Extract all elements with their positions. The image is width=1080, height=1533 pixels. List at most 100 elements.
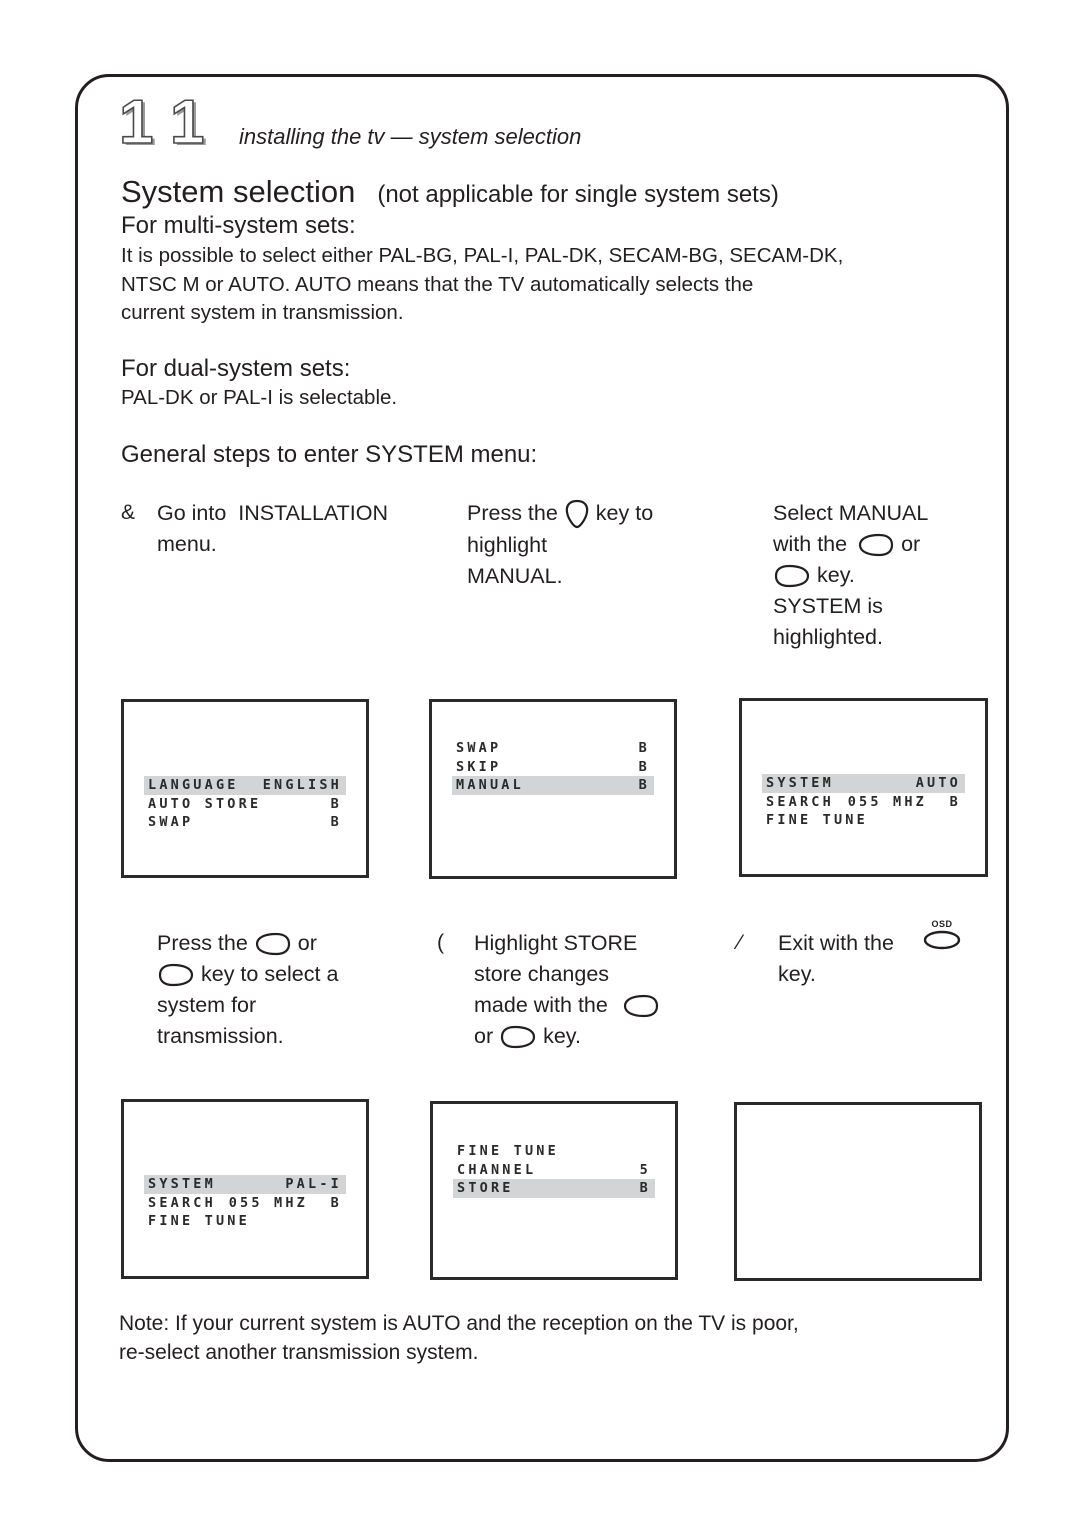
menu-row-highlighted: SYSTEM AUTO [762, 774, 965, 793]
right-key-icon [501, 1026, 536, 1049]
step-6: Exit with the key. [778, 928, 894, 990]
osd-menu: FINE TUNE CHANNEL 5 STORE B [453, 1142, 655, 1198]
step-text: or [901, 532, 921, 556]
menu-row-highlighted: MANUAL B [452, 776, 654, 795]
general-steps-heading: General steps to enter SYSTEM menu: [121, 441, 538, 468]
menu-row: AUTO STORE B [144, 795, 346, 814]
dual-system-text: PAL-DK or PAL-I is selectable. [121, 386, 398, 409]
menu-item-value: PAL-I [285, 1176, 342, 1192]
step-text: key. [816, 563, 855, 587]
tv-screen-manual-highlighted: SWAP B SKIP B MANUAL B [429, 699, 677, 879]
step-line: key to select a [157, 959, 338, 990]
step-marker: & [121, 501, 136, 524]
step-line: with the or [773, 529, 928, 560]
step-text: made with the [474, 993, 608, 1017]
step-text: key to select a [200, 962, 339, 986]
step-5: Highlight STORE store changes made with … [474, 928, 660, 1052]
menu-item-label: SKIP [456, 758, 502, 775]
note: Note: If your current system is AUTO and… [119, 1309, 799, 1367]
right-key-icon [774, 565, 810, 588]
step-line: Press the key to [467, 498, 653, 530]
menu-item-value: B [330, 795, 342, 812]
note-line: Note: If your current system is AUTO and… [119, 1312, 799, 1335]
menu-item-label: LANGUAGE [148, 777, 239, 793]
step-3: Select MANUAL with the or key. SYSTEM is… [773, 498, 928, 653]
menu-item-label: SEARCH [148, 1194, 216, 1211]
osd-menu: SWAP B SKIP B MANUAL B [452, 739, 654, 795]
osd-menu: SYSTEM PAL-I SEARCH 055 MHZ B FINE TUNE [144, 1175, 346, 1231]
osd-key: OSD [922, 919, 962, 956]
menu-item-label: MANUAL [456, 777, 524, 793]
menu-item-label: STORE [457, 1180, 514, 1196]
menu-item-value: B [638, 758, 650, 775]
menu-row: FINE TUNE [144, 1212, 346, 1231]
menu-row: SWAP B [144, 813, 346, 832]
page-number-digit: 1 [118, 88, 154, 157]
text-line: It is possible to select either PAL-BG, … [121, 244, 844, 267]
tv-screen-system-pal-i: SYSTEM PAL-I SEARCH 055 MHZ B FINE TUNE [121, 1099, 369, 1279]
osd-key-icon [923, 930, 961, 950]
step-line: MANUAL. [467, 564, 563, 589]
step-text: Press the [157, 931, 248, 955]
menu-item-value: B [638, 777, 650, 793]
menu-item-value: B [330, 814, 342, 830]
step-line: SYSTEM is [773, 594, 883, 618]
title-main: System selection [121, 174, 356, 209]
left-key-icon [858, 534, 894, 557]
page-number-digit: 1 [169, 88, 205, 157]
page-title: System selection (not applicable for sing… [121, 174, 779, 210]
step-marker: ⁄ [738, 931, 742, 954]
multi-system-heading: For multi-system sets: [121, 212, 356, 239]
tv-screen-installation-menu: LANGUAGE ENGLISH AUTO STORE B SWAP B [121, 699, 369, 878]
step-text: Press the [467, 501, 558, 525]
menu-item-value: B [639, 1180, 651, 1196]
step-line: Press the or [157, 928, 338, 959]
menu-row: CHANNEL 5 [453, 1161, 655, 1180]
menu-row: FINE TUNE [453, 1142, 655, 1161]
menu-item-label: FINE TUNE [766, 812, 868, 828]
menu-item-value: B [638, 740, 650, 756]
step-text: with the [773, 532, 848, 556]
menu-item-label: FINE TUNE [148, 1213, 250, 1229]
menu-item-label: FINE TUNE [457, 1143, 559, 1159]
menu-item-value: ENGLISH [262, 777, 342, 793]
osd-menu: SYSTEM AUTO SEARCH 055 MHZ B FINE TUNE [762, 774, 965, 830]
title-subtitle: (not applicable for single system sets) [377, 181, 779, 208]
menu-row: SEARCH 055 MHZ B [144, 1194, 346, 1213]
left-key-icon [623, 995, 658, 1018]
menu-row-highlighted: SYSTEM PAL-I [144, 1175, 346, 1194]
menu-row: SKIP B [452, 758, 654, 777]
step-marker: ( [437, 931, 444, 954]
down-key-icon [565, 500, 589, 529]
menu-row-highlighted: STORE B [453, 1179, 655, 1198]
step-line: menu. [157, 532, 217, 556]
osd-menu: LANGUAGE ENGLISH AUTO STORE B SWAP B [144, 776, 346, 832]
menu-item-value: 055 MHZ B [847, 793, 961, 810]
step-line: Go into INSTALLATION [157, 501, 388, 525]
left-key-icon [255, 933, 290, 956]
step-text: or [474, 1024, 494, 1048]
menu-item-value: 055 MHZ B [228, 1194, 342, 1211]
step-line: made with the [474, 990, 660, 1021]
menu-row-highlighted: LANGUAGE ENGLISH [144, 776, 346, 795]
menu-item-value: 5 [639, 1161, 651, 1178]
menu-item-label: SWAP [456, 740, 502, 756]
step-line: or key. [474, 1021, 660, 1052]
step-1: Go into INSTALLATION menu. [157, 498, 388, 560]
step-line: highlight [467, 533, 548, 558]
menu-item-label: SEARCH [766, 793, 834, 810]
step-line: Exit with the [778, 931, 894, 955]
menu-item-label: SYSTEM [148, 1176, 216, 1192]
menu-item-label: CHANNEL [457, 1161, 537, 1178]
tv-screen-store-highlighted: FINE TUNE CHANNEL 5 STORE B [430, 1101, 678, 1280]
menu-item-label: AUTO STORE [148, 795, 262, 812]
text-line: NTSC M or AUTO. AUTO means that the TV a… [121, 272, 754, 296]
step-line: key. [773, 560, 928, 591]
step-2: Press the key to highlight MANUAL. [467, 498, 653, 592]
osd-label: OSD [931, 919, 953, 929]
tv-screen-blank [734, 1102, 982, 1281]
step-line: transmission. [157, 1024, 284, 1048]
note-line: re-select another transmission system. [119, 1341, 479, 1364]
menu-row: SEARCH 055 MHZ B [762, 793, 965, 812]
right-key-icon [158, 964, 194, 987]
